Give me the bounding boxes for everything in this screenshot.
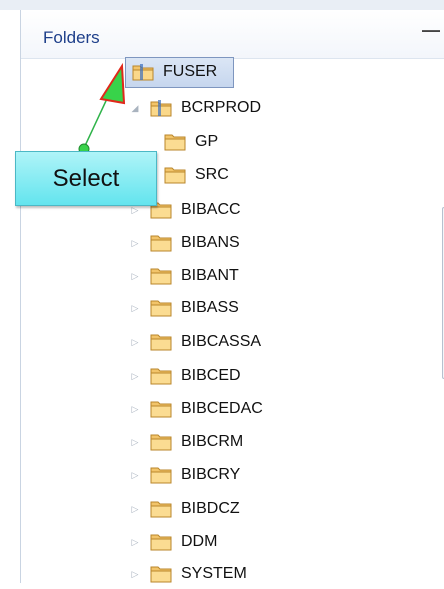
select-callout: Select bbox=[15, 151, 157, 206]
annotation-arrow-head bbox=[99, 62, 126, 105]
annotation-arrow bbox=[78, 62, 126, 155]
